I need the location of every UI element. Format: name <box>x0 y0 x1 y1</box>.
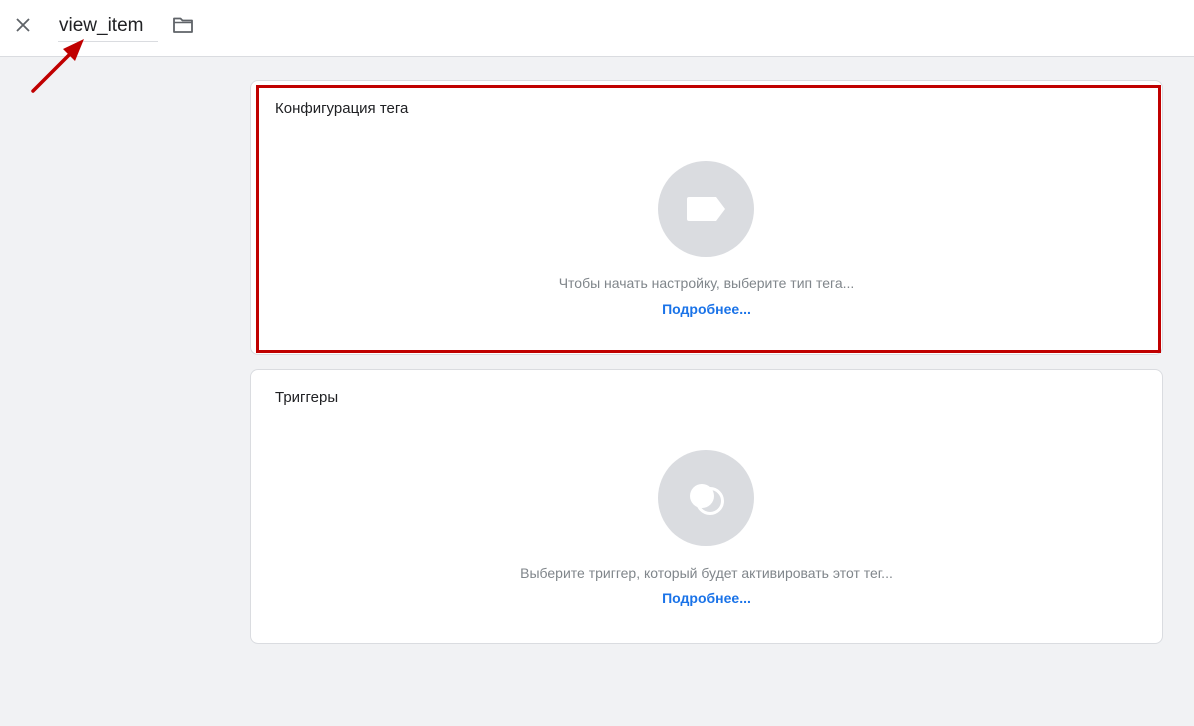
top-bar: view_item <box>0 0 1194 57</box>
triggers-title: Триггеры <box>275 389 339 406</box>
tag-configuration-hint: Чтобы начать настройку, выберите тип тег… <box>558 275 855 291</box>
close-icon <box>16 18 30 32</box>
tag-icon <box>687 197 725 221</box>
tag-configuration-card[interactable]: Конфигурация тега Чтобы начать настройку… <box>250 80 1163 355</box>
trigger-placeholder[interactable] <box>658 450 754 546</box>
tag-configuration-title: Конфигурация тега <box>275 100 409 117</box>
trigger-icon <box>690 484 724 515</box>
folder-icon <box>173 17 193 33</box>
folder-button[interactable] <box>171 13 195 37</box>
tag-type-placeholder[interactable] <box>658 161 754 257</box>
triggers-card[interactable]: Триггеры Выберите триггер, который будет… <box>250 369 1163 644</box>
triggers-learn-more-link[interactable]: Подробнее... <box>251 590 1162 606</box>
tag-configuration-learn-more-link[interactable]: Подробнее... <box>251 301 1162 317</box>
annotation-arrow-icon <box>31 39 84 93</box>
triggers-hint: Выберите триггер, который будет активиро… <box>520 565 893 581</box>
close-button[interactable] <box>11 13 35 37</box>
